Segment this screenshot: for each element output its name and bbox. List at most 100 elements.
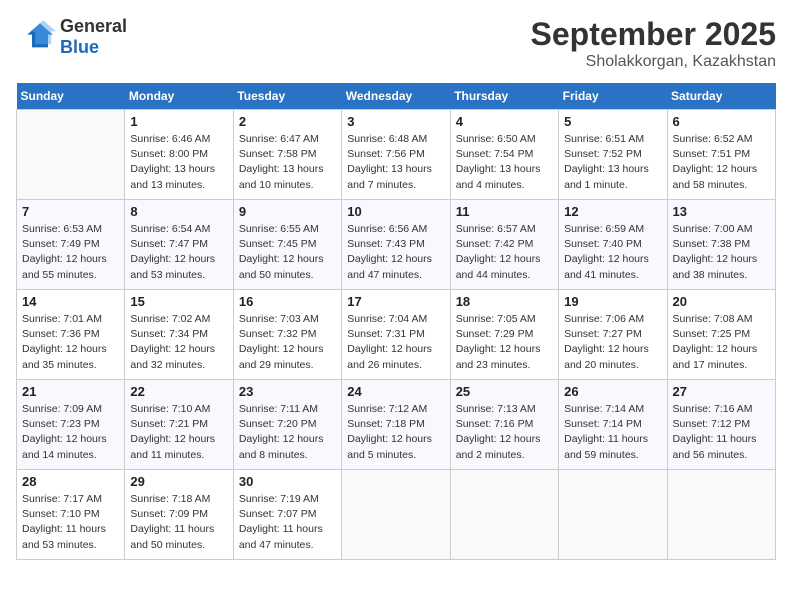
day-info: Sunrise: 7:03 AMSunset: 7:32 PMDaylight:… bbox=[239, 312, 336, 373]
header-monday: Monday bbox=[125, 83, 233, 110]
calendar-table: SundayMondayTuesdayWednesdayThursdayFrid… bbox=[16, 83, 776, 560]
month-year-title: September 2025 bbox=[531, 16, 776, 53]
calendar-cell: 19Sunrise: 7:06 AMSunset: 7:27 PMDayligh… bbox=[559, 290, 667, 380]
title-block: September 2025 Sholakkorgan, Kazakhstan bbox=[531, 16, 776, 71]
calendar-cell: 15 Sunrise: 7:02 AMSunset: 7:34 PMDayligh… bbox=[125, 290, 233, 380]
day-info: Sunrise: 7:19 AMSunset: 7:07 PMDaylight:… bbox=[239, 492, 336, 553]
day-number: 14 bbox=[22, 294, 119, 309]
calendar-cell: 23 Sunrise: 7:11 AMSunset: 7:20 PMDayligh… bbox=[233, 380, 341, 470]
day-info: Sunrise: 6:59 AMSunset: 7:40 PMDaylight:… bbox=[564, 222, 661, 283]
day-info: Sunrise: 7:08 AMSunset: 7:25 PMDaylight:… bbox=[673, 312, 770, 373]
calendar-cell bbox=[667, 470, 775, 560]
day-info: Sunrise: 6:54 AMSunset: 7:47 PMDaylight:… bbox=[130, 222, 227, 283]
day-info: Sunrise: 7:18 AMSunset: 7:09 PMDaylight:… bbox=[130, 492, 227, 553]
day-number: 16 bbox=[239, 294, 336, 309]
day-number: 30 bbox=[239, 474, 336, 489]
day-info: Sunrise: 6:56 AMSunset: 7:43 PMDaylight:… bbox=[347, 222, 444, 283]
day-info: Sunrise: 6:47 AMSunset: 7:58 PMDaylight:… bbox=[239, 132, 336, 193]
header-tuesday: Tuesday bbox=[233, 83, 341, 110]
calendar-cell: 24 Sunrise: 7:12 AMSunset: 7:18 PMDayligh… bbox=[342, 380, 450, 470]
day-info: Sunrise: 7:04 AMSunset: 7:31 PMDaylight:… bbox=[347, 312, 444, 373]
day-info: Sunrise: 7:00 AMSunset: 7:38 PMDaylight:… bbox=[673, 222, 770, 283]
calendar-cell: 14 Sunrise: 7:01 AMSunset: 7:36 PMDayligh… bbox=[17, 290, 125, 380]
day-number: 4 bbox=[456, 114, 553, 129]
day-number: 7 bbox=[22, 204, 119, 219]
day-info: Sunrise: 7:09 AMSunset: 7:23 PMDaylight:… bbox=[22, 402, 119, 463]
calendar-cell: 16 Sunrise: 7:03 AMSunset: 7:32 PMDayligh… bbox=[233, 290, 341, 380]
calendar-cell bbox=[17, 110, 125, 200]
day-info: Sunrise: 6:46 AMSunset: 8:00 PMDaylight:… bbox=[130, 132, 227, 193]
day-number: 3 bbox=[347, 114, 444, 129]
calendar-cell: 29 Sunrise: 7:18 AMSunset: 7:09 PMDayligh… bbox=[125, 470, 233, 560]
calendar-cell: 7 Sunrise: 6:53 AMSunset: 7:49 PMDaylight… bbox=[17, 200, 125, 290]
page-header: General Blue September 2025 Sholakkorgan… bbox=[16, 16, 776, 71]
day-number: 27 bbox=[673, 384, 770, 399]
day-info: Sunrise: 6:51 AMSunset: 7:52 PMDaylight:… bbox=[564, 132, 661, 193]
calendar-cell: 2 Sunrise: 6:47 AMSunset: 7:58 PMDaylight… bbox=[233, 110, 341, 200]
day-number: 28 bbox=[22, 474, 119, 489]
day-info: Sunrise: 7:05 AMSunset: 7:29 PMDaylight:… bbox=[456, 312, 553, 373]
calendar-cell bbox=[559, 470, 667, 560]
calendar-cell: 6 Sunrise: 6:52 AMSunset: 7:51 PMDaylight… bbox=[667, 110, 775, 200]
day-number: 5 bbox=[564, 114, 661, 129]
calendar-cell: 5 Sunrise: 6:51 AMSunset: 7:52 PMDaylight… bbox=[559, 110, 667, 200]
calendar-cell: 18Sunrise: 7:05 AMSunset: 7:29 PMDayligh… bbox=[450, 290, 558, 380]
day-info: Sunrise: 6:52 AMSunset: 7:51 PMDaylight:… bbox=[673, 132, 770, 193]
calendar-cell: 4Sunrise: 6:50 AMSunset: 7:54 PMDaylight… bbox=[450, 110, 558, 200]
day-number: 25 bbox=[456, 384, 553, 399]
header-friday: Friday bbox=[559, 83, 667, 110]
day-number: 10 bbox=[347, 204, 444, 219]
calendar-week-row: 28 Sunrise: 7:17 AMSunset: 7:10 PMDayligh… bbox=[17, 470, 776, 560]
day-number: 24 bbox=[347, 384, 444, 399]
day-number: 23 bbox=[239, 384, 336, 399]
day-number: 11 bbox=[456, 204, 553, 219]
calendar-cell bbox=[450, 470, 558, 560]
calendar-cell: 1 Sunrise: 6:46 AMSunset: 8:00 PMDaylight… bbox=[125, 110, 233, 200]
day-info: Sunrise: 6:48 AMSunset: 7:56 PMDaylight:… bbox=[347, 132, 444, 193]
logo-general-text: General bbox=[60, 16, 127, 37]
calendar-week-row: 21 Sunrise: 7:09 AMSunset: 7:23 PMDayligh… bbox=[17, 380, 776, 470]
day-info: Sunrise: 7:17 AMSunset: 7:10 PMDaylight:… bbox=[22, 492, 119, 553]
day-number: 1 bbox=[130, 114, 227, 129]
day-info: Sunrise: 6:57 AMSunset: 7:42 PMDaylight:… bbox=[456, 222, 553, 283]
calendar-week-row: 7 Sunrise: 6:53 AMSunset: 7:49 PMDaylight… bbox=[17, 200, 776, 290]
calendar-cell: 9Sunrise: 6:55 AMSunset: 7:45 PMDaylight… bbox=[233, 200, 341, 290]
day-number: 12 bbox=[564, 204, 661, 219]
day-number: 9 bbox=[239, 204, 336, 219]
calendar-cell: 10 Sunrise: 6:56 AMSunset: 7:43 PMDayligh… bbox=[342, 200, 450, 290]
calendar-cell: 17Sunrise: 7:04 AMSunset: 7:31 PMDayligh… bbox=[342, 290, 450, 380]
day-number: 22 bbox=[130, 384, 227, 399]
day-info: Sunrise: 7:12 AMSunset: 7:18 PMDaylight:… bbox=[347, 402, 444, 463]
header-wednesday: Wednesday bbox=[342, 83, 450, 110]
calendar-cell: 22Sunrise: 7:10 AMSunset: 7:21 PMDayligh… bbox=[125, 380, 233, 470]
calendar-cell: 8Sunrise: 6:54 AMSunset: 7:47 PMDaylight… bbox=[125, 200, 233, 290]
day-number: 15 bbox=[130, 294, 227, 309]
calendar-cell: 26 Sunrise: 7:14 AMSunset: 7:14 PMDayligh… bbox=[559, 380, 667, 470]
day-info: Sunrise: 7:02 AMSunset: 7:34 PMDaylight:… bbox=[130, 312, 227, 373]
day-number: 19 bbox=[564, 294, 661, 309]
calendar-cell: 21 Sunrise: 7:09 AMSunset: 7:23 PMDayligh… bbox=[17, 380, 125, 470]
calendar-cell: 20 Sunrise: 7:08 AMSunset: 7:25 PMDayligh… bbox=[667, 290, 775, 380]
calendar-cell: 13Sunrise: 7:00 AMSunset: 7:38 PMDayligh… bbox=[667, 200, 775, 290]
day-number: 29 bbox=[130, 474, 227, 489]
day-info: Sunrise: 7:16 AMSunset: 7:12 PMDaylight:… bbox=[673, 402, 770, 463]
day-number: 26 bbox=[564, 384, 661, 399]
day-number: 6 bbox=[673, 114, 770, 129]
header-sunday: Sunday bbox=[17, 83, 125, 110]
calendar-cell: 12 Sunrise: 6:59 AMSunset: 7:40 PMDayligh… bbox=[559, 200, 667, 290]
day-number: 2 bbox=[239, 114, 336, 129]
day-info: Sunrise: 6:53 AMSunset: 7:49 PMDaylight:… bbox=[22, 222, 119, 283]
day-number: 21 bbox=[22, 384, 119, 399]
day-info: Sunrise: 7:11 AMSunset: 7:20 PMDaylight:… bbox=[239, 402, 336, 463]
day-number: 20 bbox=[673, 294, 770, 309]
logo: General Blue bbox=[16, 16, 127, 58]
location-subtitle: Sholakkorgan, Kazakhstan bbox=[531, 53, 776, 71]
header-saturday: Saturday bbox=[667, 83, 775, 110]
logo-text: General Blue bbox=[60, 16, 127, 58]
calendar-cell: 25 Sunrise: 7:13 AMSunset: 7:16 PMDayligh… bbox=[450, 380, 558, 470]
day-info: Sunrise: 7:13 AMSunset: 7:16 PMDaylight:… bbox=[456, 402, 553, 463]
day-info: Sunrise: 7:14 AMSunset: 7:14 PMDaylight:… bbox=[564, 402, 661, 463]
calendar-header-row: SundayMondayTuesdayWednesdayThursdayFrid… bbox=[17, 83, 776, 110]
calendar-week-row: 14 Sunrise: 7:01 AMSunset: 7:36 PMDayligh… bbox=[17, 290, 776, 380]
day-info: Sunrise: 7:01 AMSunset: 7:36 PMDaylight:… bbox=[22, 312, 119, 373]
